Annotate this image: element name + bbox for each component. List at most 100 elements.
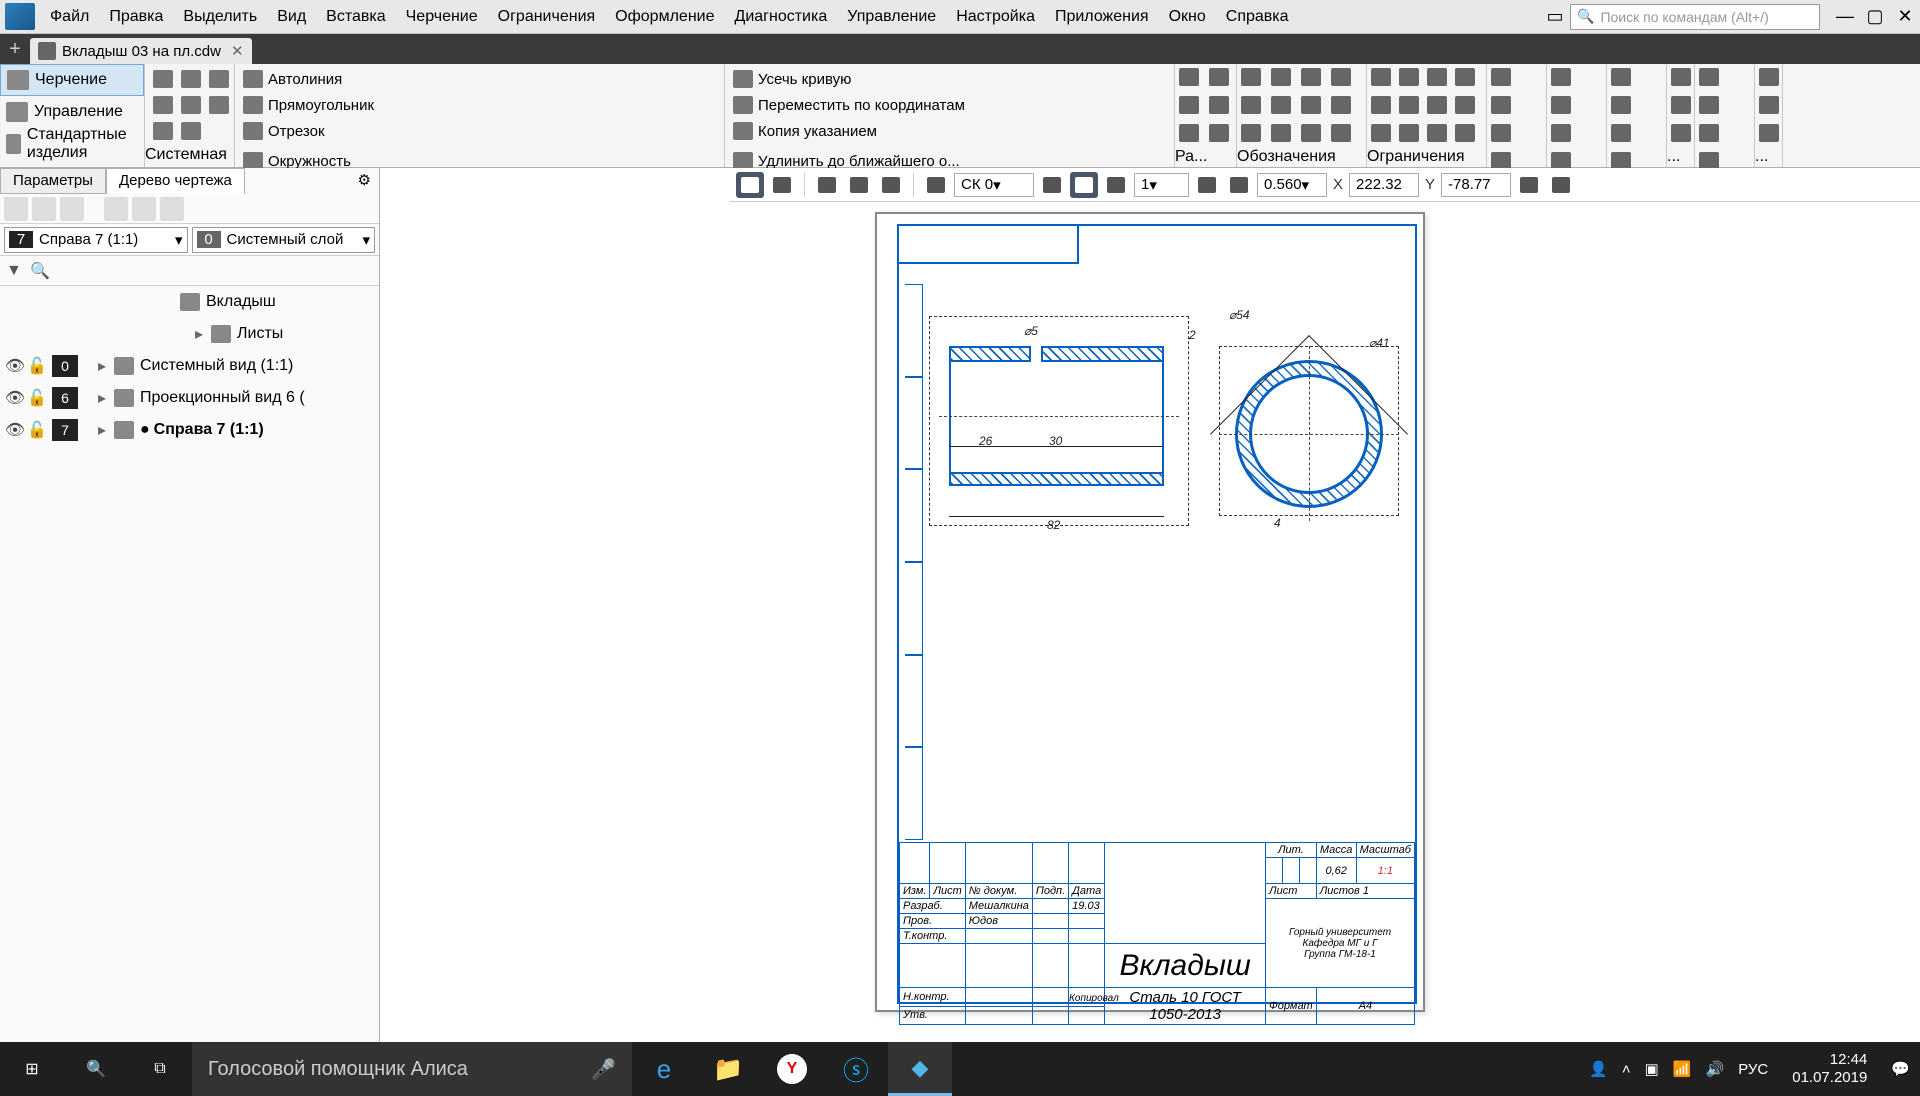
instr-1[interactable] (1695, 64, 1723, 90)
constr-8[interactable] (1451, 92, 1479, 118)
task-view-button[interactable]: ⧉ (128, 1042, 192, 1096)
layout-icon[interactable]: ▭ (1540, 6, 1570, 27)
dim-tool-1[interactable] (1175, 64, 1203, 90)
notifications-icon[interactable]: 💬 (1891, 1060, 1910, 1078)
snap-toggle[interactable] (736, 172, 764, 198)
visibility-toggle[interactable]: 👁 (4, 388, 26, 408)
lang-indicator[interactable]: РУС (1738, 1061, 1768, 1078)
osnap-toggle[interactable] (1070, 172, 1098, 198)
explorer-app[interactable]: 📁 (696, 1042, 760, 1096)
constr-3[interactable] (1423, 64, 1451, 90)
zoom-field[interactable]: 0.560 ▾ (1257, 173, 1327, 197)
mode-manage-button[interactable]: Управление (0, 96, 144, 128)
constr-7[interactable] (1423, 92, 1451, 118)
extra-3[interactable] (1667, 120, 1695, 146)
people-icon[interactable]: 👤 (1589, 1060, 1608, 1078)
tool-rectangle[interactable]: Прямоугольник (239, 92, 720, 118)
lock-toggle[interactable]: 🔓 (26, 356, 48, 376)
notation-2[interactable] (1267, 64, 1295, 90)
constr-2[interactable] (1395, 64, 1423, 90)
menu-insert[interactable]: Вставка (316, 0, 395, 34)
mode-drawing-button[interactable]: Черчение (0, 64, 144, 96)
tool-segment[interactable]: Отрезок (239, 118, 720, 144)
zoom-out-button[interactable] (1193, 172, 1221, 198)
search-button[interactable]: 🔍 (64, 1042, 128, 1096)
tab-close-button[interactable]: ✕ (231, 42, 244, 60)
diag-3[interactable] (1487, 120, 1515, 146)
menu-diagnostics[interactable]: Диагностика (724, 0, 837, 34)
ct-btn-3[interactable] (813, 172, 841, 198)
tray-expand-icon[interactable]: ˄ (1622, 1061, 1631, 1078)
constr-10[interactable] (1395, 120, 1423, 146)
insert-1[interactable] (1607, 64, 1635, 90)
document-tab[interactable]: Вкладыш 03 на пл.cdw ✕ (30, 38, 252, 64)
kompas-app[interactable]: ◆ (888, 1042, 952, 1096)
save-button[interactable] (205, 66, 233, 92)
end-1[interactable] (1755, 64, 1783, 90)
start-button[interactable]: ⊞ (0, 1042, 64, 1096)
grid-toggle[interactable] (922, 172, 950, 198)
notation-9[interactable] (1237, 120, 1265, 146)
skype-app[interactable]: ⓢ (824, 1042, 888, 1096)
tree-root[interactable]: Вкладыш (0, 286, 379, 318)
menu-apps[interactable]: Приложения (1045, 0, 1159, 34)
ct-btn-2[interactable] (768, 172, 796, 198)
mic-icon[interactable]: 🎤 (591, 1057, 616, 1082)
constr-6[interactable] (1395, 92, 1423, 118)
tree-btn-1[interactable] (4, 197, 28, 221)
minimize-button[interactable]: — (1830, 6, 1860, 27)
menu-view[interactable]: Вид (267, 0, 316, 34)
dim-tool-3[interactable] (1175, 92, 1203, 118)
open-button[interactable] (177, 66, 205, 92)
export-button[interactable] (205, 92, 233, 118)
tool-autoline[interactable]: Автолиния (239, 66, 720, 92)
wifi-icon[interactable]: 📶 (1673, 1060, 1692, 1078)
taskbar-clock[interactable]: 12:4401.07.2019 (1782, 1051, 1877, 1087)
extra-1[interactable] (1667, 64, 1695, 90)
maximize-button[interactable]: ▢ (1860, 6, 1890, 27)
menu-edit[interactable]: Правка (99, 0, 173, 34)
ct-btn-end1[interactable] (1515, 172, 1543, 198)
zoom-in-button[interactable] (1225, 172, 1253, 198)
constr-9[interactable] (1367, 120, 1395, 146)
volume-icon[interactable]: 🔊 (1706, 1060, 1725, 1078)
notation-8[interactable] (1327, 92, 1355, 118)
visibility-toggle[interactable]: 👁 (4, 356, 26, 376)
notation-7[interactable] (1297, 92, 1325, 118)
tree-sheets[interactable]: ▸Листы (0, 318, 379, 350)
new-doc-button[interactable] (149, 66, 177, 92)
panel-tab-tree[interactable]: Дерево чертежа (106, 168, 245, 194)
dim-tool-6[interactable] (1205, 120, 1233, 146)
tray-app-icon[interactable]: ▣ (1645, 1060, 1659, 1078)
notation-12[interactable] (1327, 120, 1355, 146)
tree-view-row-2[interactable]: 👁🔓 7 ▸●Справа 7 (1:1) (0, 414, 379, 446)
notation-11[interactable] (1297, 120, 1325, 146)
dim-tool-2[interactable] (1205, 64, 1233, 90)
menu-help[interactable]: Справка (1216, 0, 1299, 34)
print-button[interactable] (149, 92, 177, 118)
notation-3[interactable] (1297, 64, 1325, 90)
new-tab-button[interactable]: + (0, 38, 30, 61)
lock-toggle[interactable]: 🔓 (26, 388, 48, 408)
undo-button[interactable] (149, 118, 177, 144)
constr-12[interactable] (1451, 120, 1479, 146)
diag-2[interactable] (1487, 92, 1515, 118)
instr-3[interactable] (1695, 120, 1723, 146)
tree-btn-4[interactable] (104, 197, 128, 221)
tool-copy[interactable]: Копия указанием (729, 118, 1170, 144)
panel-settings-button[interactable]: ⚙ (350, 168, 379, 194)
drawing-viewport[interactable]: ⌀5 2 26 30 82 (380, 202, 1920, 1042)
tree-btn-5[interactable] (132, 197, 156, 221)
notation-6[interactable] (1267, 92, 1295, 118)
insert-2[interactable] (1607, 92, 1635, 118)
end-3[interactable] (1755, 120, 1783, 146)
visibility-toggle[interactable]: 👁 (4, 420, 26, 440)
cortana-bar[interactable]: Голосовой помощник Алиса🎤 (192, 1042, 632, 1096)
tree-btn-2[interactable] (32, 197, 56, 221)
current-view-combo[interactable]: 7 Справа 7 (1:1)▾ (4, 227, 188, 253)
notation-1[interactable] (1237, 64, 1265, 90)
tree-view-row-1[interactable]: 👁🔓 6 ▸Проекционный вид 6 ( (0, 382, 379, 414)
tool-trim[interactable]: Усечь кривую (729, 66, 1170, 92)
views-1[interactable] (1547, 64, 1575, 90)
notation-4[interactable] (1327, 64, 1355, 90)
